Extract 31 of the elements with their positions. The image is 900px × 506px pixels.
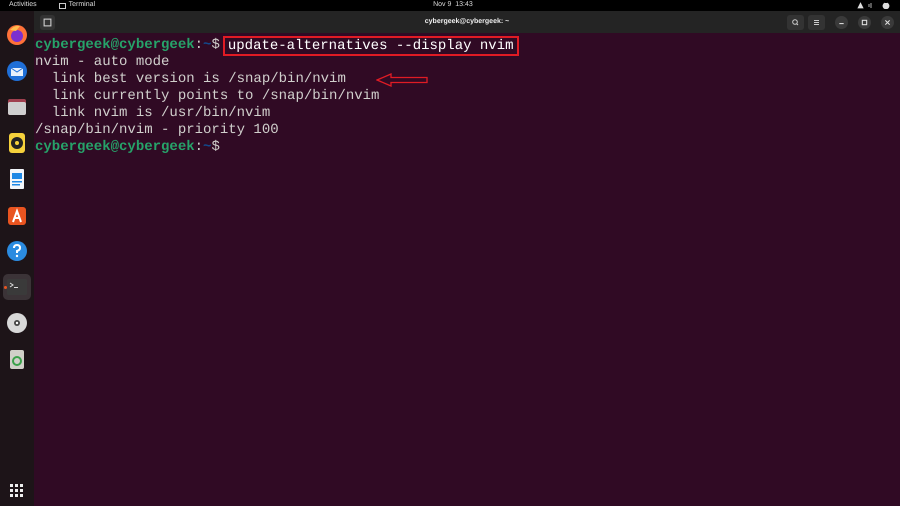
envelope-icon	[6, 60, 28, 82]
terminal-icon	[6, 276, 28, 298]
disc-icon	[6, 312, 28, 334]
output-line: link currently points to /snap/bin/nvim	[50, 87, 380, 106]
status-icons[interactable]	[857, 2, 891, 9]
prompt-separator: :	[194, 138, 204, 157]
prompt-separator: :	[194, 36, 204, 55]
prompt-path: ~	[203, 138, 212, 157]
output-line: link best version is /snap/bin/nvim	[50, 70, 346, 88]
prompt-user: cybergeek@cybergeek	[35, 138, 195, 157]
search-icon[interactable]	[787, 14, 804, 30]
command-text: update-alternatives --display nvim	[222, 36, 519, 56]
output-line: link nvim is /usr/bin/nvim	[50, 104, 270, 122]
menu-icon[interactable]	[808, 14, 825, 30]
terminal-icon	[58, 2, 66, 8]
prompt-symbol: $	[211, 36, 220, 55]
app-grid-icon[interactable]	[10, 484, 24, 498]
output-line: nvim - auto mode	[35, 53, 170, 72]
prompt-symbol: $	[211, 138, 220, 157]
speaker-icon	[6, 132, 28, 154]
output-line: /snap/bin/nvim - priority 100	[35, 121, 279, 140]
prompt-path: ~	[203, 36, 212, 55]
question-mark-icon	[6, 240, 28, 262]
prompt-user: cybergeek@cybergeek	[35, 36, 195, 54]
shopping-bag-icon	[6, 204, 28, 226]
maximize-icon[interactable]	[858, 16, 871, 28]
folder-icon	[6, 96, 28, 118]
minimize-icon[interactable]	[835, 16, 848, 28]
globe-fox-icon	[6, 24, 28, 46]
new-tab-icon[interactable]	[40, 14, 55, 30]
close-icon[interactable]	[881, 16, 894, 28]
